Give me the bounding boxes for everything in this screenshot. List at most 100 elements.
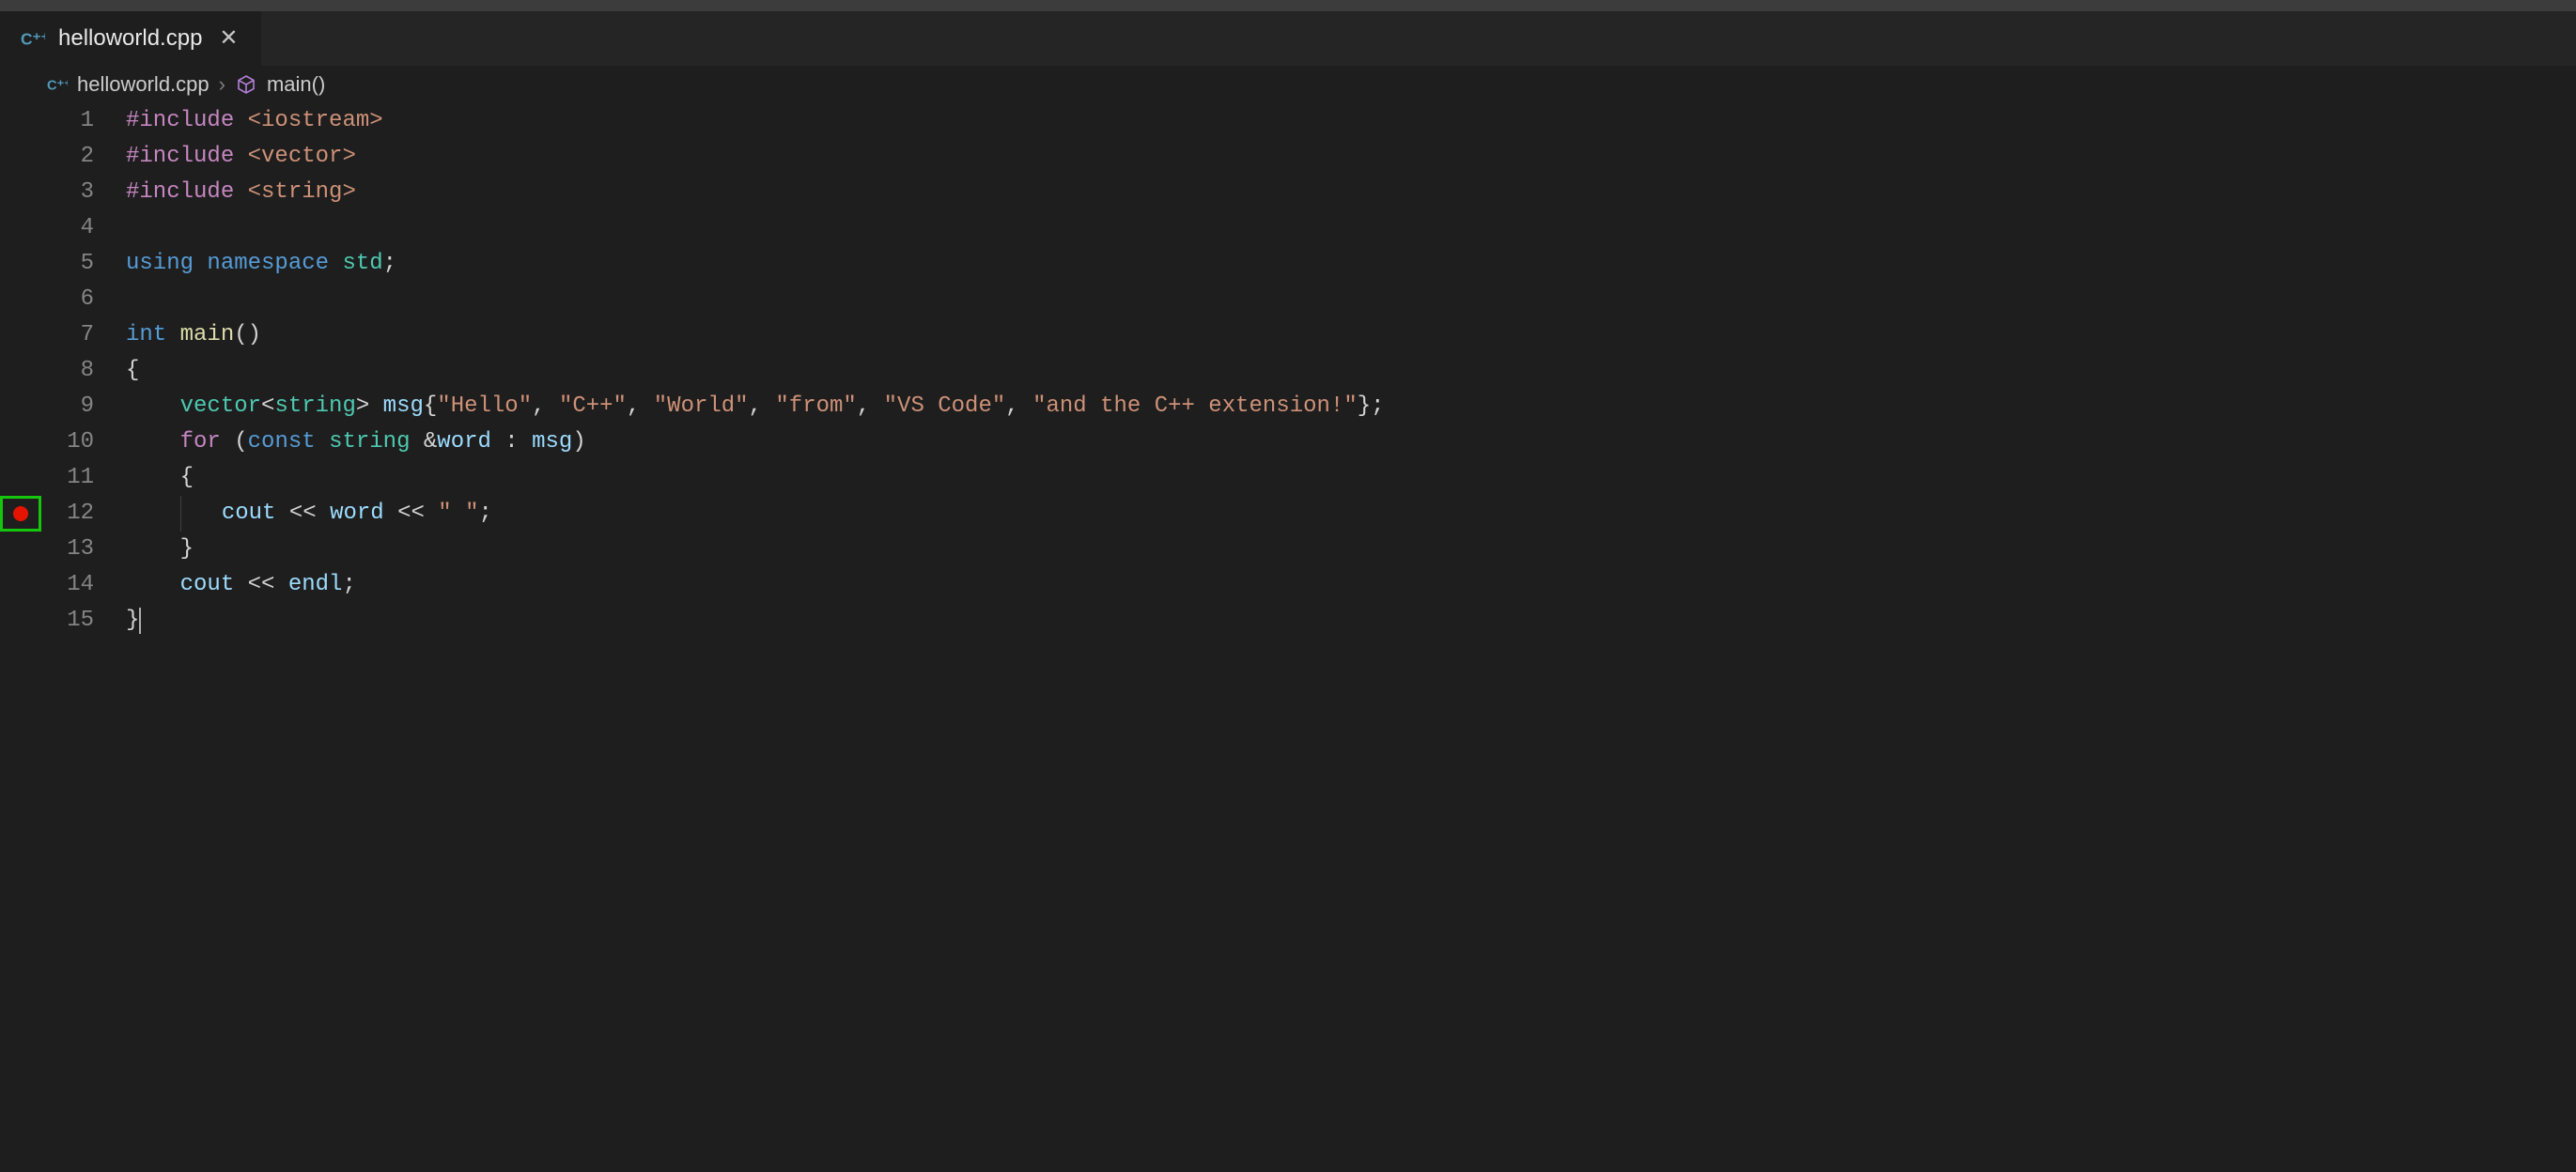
token-punc bbox=[234, 175, 247, 210]
code-line[interactable]: #include <iostream> bbox=[126, 103, 2576, 139]
token-var: msg bbox=[532, 424, 572, 460]
line-number: 5 bbox=[41, 246, 126, 282]
code-line[interactable]: { bbox=[126, 460, 2576, 496]
token-punc bbox=[316, 424, 329, 460]
token-punc: () bbox=[234, 317, 261, 353]
token-var: endl bbox=[288, 567, 343, 603]
line-number: 13 bbox=[41, 532, 126, 567]
code-line[interactable]: using namespace std; bbox=[126, 246, 2576, 282]
gutter-line: 7 bbox=[0, 317, 126, 353]
cpp-file-icon: C⁺⁺ bbox=[21, 26, 45, 51]
token-punc: ) bbox=[572, 424, 585, 460]
token-string: "and the C++ extension!" bbox=[1032, 389, 1358, 424]
line-number: 10 bbox=[41, 424, 126, 460]
token-punc bbox=[317, 496, 330, 532]
breakpoint-well[interactable] bbox=[0, 103, 41, 139]
token-string: "C++" bbox=[559, 389, 627, 424]
token-var: cout bbox=[222, 496, 276, 532]
breakpoint-well[interactable] bbox=[0, 532, 41, 567]
token-punc: } bbox=[126, 603, 139, 639]
breakpoint-well[interactable] bbox=[0, 603, 41, 639]
line-number: 11 bbox=[41, 460, 126, 496]
token-punc: : bbox=[491, 424, 532, 460]
chevron-right-icon: › bbox=[219, 72, 225, 97]
token-string: "World" bbox=[654, 389, 749, 424]
token-type: vector bbox=[180, 389, 261, 424]
token-preproc: #include bbox=[126, 175, 234, 210]
token-var: cout bbox=[180, 567, 235, 603]
breadcrumb[interactable]: C⁺⁺ helloworld.cpp › main() bbox=[0, 66, 2576, 103]
token-type: string bbox=[274, 389, 355, 424]
token-punc: { bbox=[126, 353, 139, 389]
breakpoint-well[interactable] bbox=[0, 353, 41, 389]
token-keyword: using bbox=[126, 246, 194, 282]
symbol-method-icon bbox=[235, 73, 257, 96]
token-keyword: int bbox=[126, 317, 166, 353]
breakpoint-well[interactable] bbox=[0, 460, 41, 496]
code-area[interactable]: #include <iostream>#include <vector>#inc… bbox=[126, 103, 2576, 1172]
gutter: 123456789101112131415 bbox=[0, 103, 126, 1172]
code-editor[interactable]: 123456789101112131415 #include <iostream… bbox=[0, 103, 2576, 1172]
token-punc: ; bbox=[383, 246, 396, 282]
line-number: 4 bbox=[41, 210, 126, 246]
code-line[interactable]: } bbox=[126, 603, 2576, 639]
code-line[interactable]: #include <vector> bbox=[126, 139, 2576, 175]
gutter-line: 3 bbox=[0, 175, 126, 210]
token-punc: ; bbox=[479, 496, 492, 532]
gutter-line: 12 bbox=[0, 496, 126, 532]
close-tab-button[interactable]: ✕ bbox=[215, 23, 241, 54]
code-line[interactable]: cout << endl; bbox=[126, 567, 2576, 603]
breakpoint-well[interactable] bbox=[0, 496, 41, 532]
code-line[interactable]: #include <string> bbox=[126, 175, 2576, 210]
breakpoint-well[interactable] bbox=[0, 389, 41, 424]
token-punc bbox=[410, 424, 423, 460]
editor-window: C⁺⁺ helloworld.cpp ✕ C⁺⁺ helloworld.cpp … bbox=[0, 0, 2576, 1172]
code-line[interactable]: { bbox=[126, 353, 2576, 389]
code-line[interactable]: cout << word << " "; bbox=[126, 496, 2576, 532]
gutter-line: 8 bbox=[0, 353, 126, 389]
breakpoint-well[interactable] bbox=[0, 246, 41, 282]
token-preproc: #include bbox=[126, 103, 234, 139]
breakpoint-well[interactable] bbox=[0, 424, 41, 460]
token-op: << bbox=[248, 567, 275, 603]
token-punc bbox=[274, 567, 287, 603]
code-line[interactable]: int main() bbox=[126, 317, 2576, 353]
line-number: 12 bbox=[41, 496, 126, 532]
gutter-line: 9 bbox=[0, 389, 126, 424]
gutter-line: 14 bbox=[0, 567, 126, 603]
token-punc bbox=[166, 317, 179, 353]
token-string: " " bbox=[438, 496, 478, 532]
breakpoint-well[interactable] bbox=[0, 317, 41, 353]
breadcrumb-symbol[interactable]: main() bbox=[267, 72, 325, 97]
tab-helloworld[interactable]: C⁺⁺ helloworld.cpp ✕ bbox=[0, 11, 261, 66]
token-punc bbox=[384, 496, 397, 532]
code-line[interactable]: vector<string> msg{"Hello", "C++", "Worl… bbox=[126, 389, 2576, 424]
breakpoint-well[interactable] bbox=[0, 175, 41, 210]
line-number: 9 bbox=[41, 389, 126, 424]
token-string: "Hello" bbox=[437, 389, 532, 424]
code-line[interactable] bbox=[126, 210, 2576, 246]
svg-text:C⁺⁺: C⁺⁺ bbox=[47, 79, 68, 94]
token-punc: }; bbox=[1358, 389, 1385, 424]
breakpoint-well[interactable] bbox=[0, 567, 41, 603]
token-punc: , bbox=[857, 389, 884, 424]
breakpoint-well[interactable] bbox=[0, 210, 41, 246]
gutter-line: 4 bbox=[0, 210, 126, 246]
code-line[interactable]: } bbox=[126, 532, 2576, 567]
breadcrumb-file[interactable]: helloworld.cpp bbox=[77, 72, 209, 97]
token-func: main bbox=[180, 317, 235, 353]
code-line[interactable] bbox=[126, 282, 2576, 317]
gutter-line: 15 bbox=[0, 603, 126, 639]
token-var: msg bbox=[383, 389, 424, 424]
token-type: string bbox=[329, 424, 410, 460]
gutter-line: 10 bbox=[0, 424, 126, 460]
token-punc: , bbox=[532, 389, 559, 424]
token-keyword: namespace bbox=[207, 246, 329, 282]
token-punc bbox=[194, 246, 207, 282]
token-var: word bbox=[330, 496, 384, 532]
token-punc: < bbox=[261, 389, 274, 424]
breakpoint-well[interactable] bbox=[0, 139, 41, 175]
code-line[interactable]: for (const string &word : msg) bbox=[126, 424, 2576, 460]
breakpoint-well[interactable] bbox=[0, 282, 41, 317]
token-string: "VS Code" bbox=[884, 389, 1006, 424]
